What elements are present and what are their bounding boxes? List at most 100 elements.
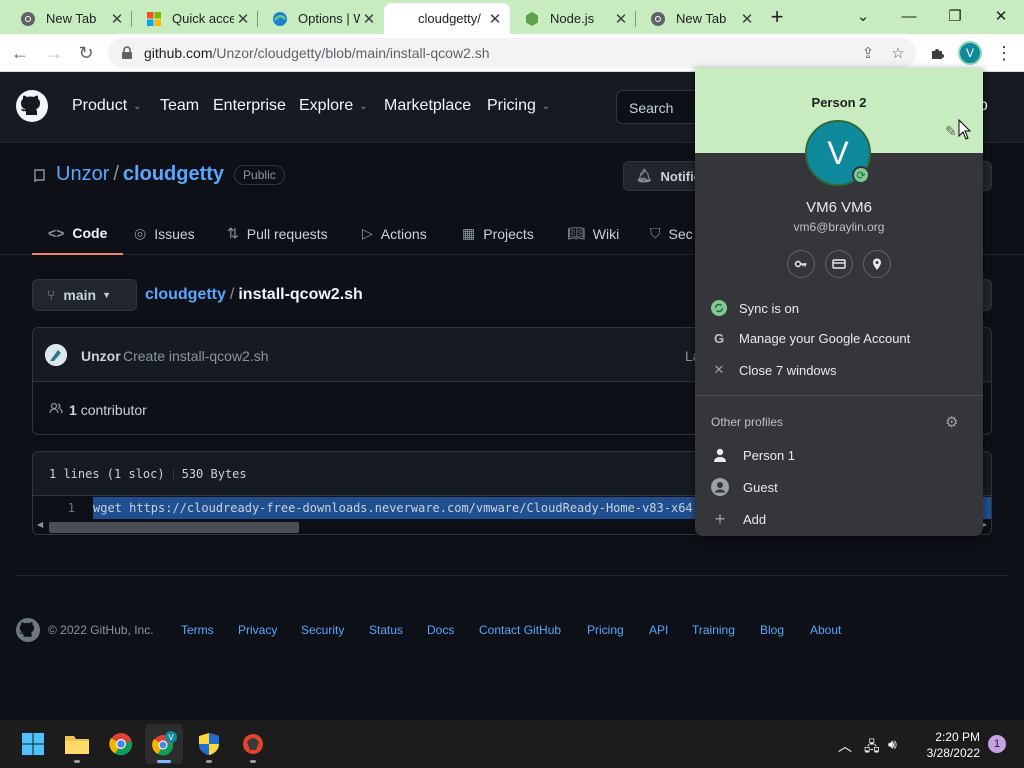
repo-title: Unzor / cloudgetty Public	[32, 163, 285, 186]
menu-item-label: Manage your Google Account	[739, 330, 911, 346]
author-avatar[interactable]	[45, 344, 67, 366]
tab-security[interactable]: ⛉ Sec	[650, 212, 693, 255]
commit-message-link[interactable]: Create install-qcow2.sh	[123, 348, 269, 364]
close-window-button[interactable]: ✕	[978, 2, 1024, 30]
visibility-badge: Public	[234, 164, 285, 185]
profile-item-guest[interactable]: Guest	[695, 472, 983, 502]
security-shield-icon[interactable]	[196, 731, 222, 757]
breadcrumb-repo-link[interactable]: cloudgetty	[145, 286, 226, 303]
clock[interactable]: 2:20 PM 3/28/2022	[922, 729, 980, 761]
new-tab-button[interactable]: +	[764, 5, 790, 31]
footer-link-training[interactable]: Training	[692, 623, 735, 637]
nav-product[interactable]: Product ⌄	[72, 97, 142, 115]
windows-start-icon[interactable]	[20, 731, 46, 757]
browser-tab[interactable]: New Tab ✕	[6, 3, 132, 34]
scrollbar-thumb[interactable]	[49, 522, 299, 533]
repo-name-link[interactable]: cloudgetty	[123, 163, 224, 186]
footer-link-terms[interactable]: Terms	[181, 623, 214, 637]
tab-code[interactable]: <> Code	[32, 212, 124, 255]
more-menu-icon[interactable]: ⋮	[994, 43, 1014, 63]
nav-team[interactable]: Team	[160, 97, 199, 115]
browser-tab-active[interactable]: cloudgetty/ ✕	[384, 3, 510, 34]
footer-link-about[interactable]: About	[810, 623, 841, 637]
profile-avatar-button[interactable]: V	[958, 41, 982, 65]
tab-issues[interactable]: ◎ Issues	[134, 212, 195, 255]
key-icon[interactable]	[787, 250, 815, 278]
running-indicator	[74, 760, 80, 763]
file-size: 530 Bytes	[181, 467, 247, 481]
contributors-link[interactable]: 1 contributor	[49, 401, 147, 418]
nav-marketplace[interactable]: Marketplace	[384, 97, 471, 115]
git-app-icon[interactable]	[240, 731, 266, 757]
browser-tab[interactable]: New Tab ✕	[636, 3, 762, 34]
forward-button[interactable]: →	[40, 39, 68, 67]
line-number[interactable]: 1	[33, 497, 93, 519]
sync-status-item[interactable]: Sync is on	[695, 293, 983, 323]
footer-link-pricing[interactable]: Pricing	[587, 623, 624, 637]
close-icon[interactable]: ✕	[612, 10, 630, 28]
close-icon[interactable]: ✕	[738, 10, 756, 28]
reload-button[interactable]: ↻	[72, 39, 100, 67]
scroll-left-icon[interactable]: ◀	[37, 520, 43, 529]
footer-link-status[interactable]: Status	[369, 623, 403, 637]
profile-full-name: VM6 VM6	[806, 199, 872, 216]
branch-icon: ⑂	[47, 287, 56, 303]
search-input[interactable]: Search	[616, 90, 706, 124]
address-bar[interactable]: github.com/Unzor/cloudgetty/blob/main/in…	[108, 38, 916, 68]
close-icon[interactable]: ✕	[108, 10, 126, 28]
nav-pricing[interactable]: Pricing ⌄	[487, 97, 550, 115]
tab-search-icon[interactable]: ⌄	[840, 2, 886, 30]
back-button[interactable]: ←	[6, 39, 34, 67]
notification-badge[interactable]: 1	[988, 735, 1006, 753]
footer-link-security[interactable]: Security	[301, 623, 344, 637]
share-icon[interactable]: ⇪	[858, 43, 878, 63]
browser-tab[interactable]: Quick acces ✕	[132, 3, 258, 34]
close-icon[interactable]: ✕	[360, 10, 378, 28]
footer-link-docs[interactable]: Docs	[427, 623, 454, 637]
menu-item-label: Sync is on	[739, 300, 799, 316]
network-icon[interactable]: 🖧︎	[864, 736, 880, 760]
extensions-icon[interactable]	[928, 43, 948, 63]
add-profile-item[interactable]: + Add	[695, 504, 983, 534]
minimize-button[interactable]: —	[886, 2, 932, 30]
commit-author-link[interactable]: Unzor	[81, 348, 121, 364]
close-windows-item[interactable]: ✕ Close 7 windows	[695, 355, 983, 385]
manage-account-item[interactable]: G Manage your Google Account	[695, 323, 983, 353]
table-icon: ▦	[462, 225, 476, 241]
card-icon[interactable]	[825, 250, 853, 278]
chrome-profile-taskbar-icon[interactable]: V	[151, 731, 177, 757]
gear-icon[interactable]: ⚙	[945, 413, 958, 431]
volume-icon[interactable]: 🔊︎	[888, 736, 897, 753]
footer-link-privacy[interactable]: Privacy	[238, 623, 277, 637]
tab-projects[interactable]: ▦ Projects	[462, 212, 534, 255]
github-logo-icon[interactable]	[16, 618, 40, 642]
tab-title: Node.js	[550, 11, 595, 26]
bookmark-star-icon[interactable]: ☆	[888, 43, 908, 63]
people-icon	[49, 401, 63, 418]
footer-link-api[interactable]: API	[649, 623, 668, 637]
browser-tab[interactable]: Options | W ✕	[258, 3, 384, 34]
tab-pull-requests[interactable]: ⇅ Pull requests	[227, 212, 328, 255]
nav-explore[interactable]: Explore ⌄	[299, 97, 368, 115]
repo-owner-link[interactable]: Unzor	[56, 163, 109, 186]
close-icon[interactable]: ✕	[234, 10, 252, 28]
profile-label: Guest	[743, 479, 778, 495]
tab-wiki[interactable]: 📖︎ Wiki	[567, 212, 619, 255]
code-icon: <>	[48, 224, 65, 241]
edit-pencil-icon[interactable]: ✎	[945, 123, 957, 140]
restore-button[interactable]: ❐	[932, 2, 978, 30]
chevron-up-icon[interactable]: ︿	[838, 736, 852, 756]
notifications-button[interactable]: 🔔︎ Notific	[623, 161, 703, 191]
chrome-taskbar-icon[interactable]	[108, 731, 134, 757]
branch-select[interactable]: ⑂ main ▼	[32, 279, 137, 311]
footer-link-contact[interactable]: Contact GitHub	[479, 623, 561, 637]
footer-link-blog[interactable]: Blog	[760, 623, 784, 637]
close-icon[interactable]: ✕	[486, 10, 504, 28]
github-logo-icon[interactable]	[16, 90, 48, 122]
location-icon[interactable]	[863, 250, 891, 278]
nav-enterprise[interactable]: Enterprise	[213, 97, 286, 115]
browser-tab[interactable]: Node.js ✕	[510, 3, 636, 34]
profile-item-person-1[interactable]: Person 1	[695, 440, 983, 470]
file-explorer-icon[interactable]	[64, 731, 90, 757]
tab-actions[interactable]: ▷ Actions	[362, 212, 427, 255]
